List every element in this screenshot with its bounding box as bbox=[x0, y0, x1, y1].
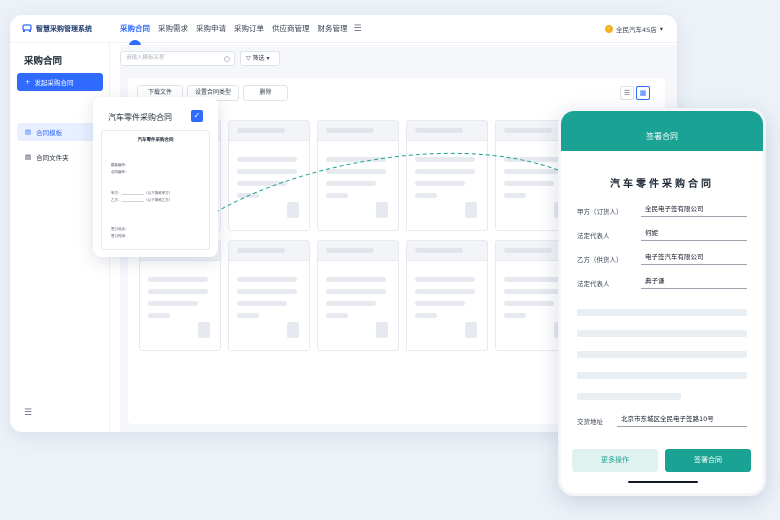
sheet-field: 乙方：_____________（以下简称乙方） bbox=[111, 198, 173, 202]
more-actions-button[interactable]: 更多操作 bbox=[572, 449, 658, 472]
sheet-field: 合同编号： bbox=[111, 170, 129, 174]
mobile-sign-screen: 签署合同 汽车零件采购合同 甲方（订货人） 全民电子签有限公司 法定代表人 何妮… bbox=[558, 108, 766, 496]
contract-title: 汽车零件采购合同 bbox=[610, 179, 714, 190]
field-value[interactable]: 北京市东城区全民电子签路10号 bbox=[617, 413, 747, 427]
placeholder-line bbox=[577, 393, 681, 400]
sheet-field: 模板编号： bbox=[111, 163, 129, 167]
field-label: 甲方（订货人） bbox=[577, 208, 623, 216]
sheet-field: 签订时间： bbox=[111, 234, 129, 238]
sheet-field: 甲方：_____________（以下简称甲方） bbox=[111, 191, 173, 195]
party-b-row: 乙方（供货人） 电子签汽车有限公司 bbox=[577, 251, 747, 265]
field-value[interactable]: 何妮 bbox=[641, 227, 747, 241]
sheet-field: 签订地点： bbox=[111, 227, 129, 231]
field-value[interactable]: 全民电子签有限公司 bbox=[641, 203, 747, 217]
address-row: 交货地址 北京市东城区全民电子签路10号 bbox=[577, 413, 747, 427]
field-label: 法定代表人 bbox=[577, 280, 610, 288]
checkbox-checked-icon[interactable]: ✓ bbox=[191, 110, 203, 122]
placeholder-line bbox=[577, 372, 747, 379]
field-label: 乙方（供货人） bbox=[577, 256, 623, 264]
template-title: 汽车零件采购合同 bbox=[108, 113, 172, 122]
field-label: 交货地址 bbox=[577, 418, 603, 426]
placeholder-line bbox=[577, 309, 747, 316]
field-value[interactable]: 典子谦 bbox=[641, 275, 747, 289]
home-indicator bbox=[628, 481, 698, 483]
sheet-title: 汽车零件采购合同 bbox=[137, 138, 174, 143]
party-a-rep-row: 法定代表人 何妮 bbox=[577, 227, 747, 241]
template-preview-card[interactable]: 汽车零件采购合同 ✓ 汽车零件采购合同 模板编号： 合同编号： 甲方：_____… bbox=[93, 97, 218, 257]
contract-sheet: 汽车零件采购合同 模板编号： 合同编号： 甲方：_____________（以下… bbox=[101, 130, 210, 250]
placeholder-line bbox=[577, 330, 747, 337]
field-value[interactable]: 电子签汽车有限公司 bbox=[641, 251, 747, 265]
party-a-row: 甲方（订货人） 全民电子签有限公司 bbox=[577, 203, 747, 217]
placeholder-line bbox=[577, 351, 747, 358]
sign-contract-button[interactable]: 签署合同 bbox=[665, 449, 751, 472]
field-label: 法定代表人 bbox=[577, 232, 610, 240]
party-b-rep-row: 法定代表人 典子谦 bbox=[577, 275, 747, 289]
mobile-header: 签署合同 bbox=[561, 111, 763, 151]
